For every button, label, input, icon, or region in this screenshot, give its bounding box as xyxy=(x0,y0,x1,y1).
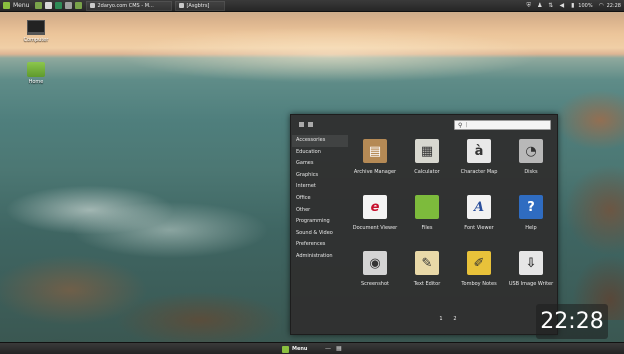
app-launcher-icon[interactable] xyxy=(64,2,72,9)
top-menu-button[interactable]: Menu xyxy=(0,0,33,12)
calculator-icon: ▦ xyxy=(415,139,439,163)
tomboy-notes-icon: ✐ xyxy=(467,251,491,275)
disks-icon: ◔ xyxy=(519,139,543,163)
app-label: Font Viewer xyxy=(464,225,494,231)
app-label: USB Image Writer xyxy=(508,281,554,287)
app-launcher-item[interactable]: ◔ Disks xyxy=(505,137,557,193)
workspace-grid-icon[interactable]: ▦ xyxy=(336,345,342,352)
all-apps-toggle-icon[interactable] xyxy=(308,122,313,127)
page-switcher: 1 2 xyxy=(436,315,464,324)
app-label: Help xyxy=(525,225,537,231)
desktop-icon-label: Computer xyxy=(23,37,49,43)
taskbar-window-cms[interactable]: 2daryo.com CMS - M... xyxy=(86,0,173,11)
font-viewer-icon: A xyxy=(467,195,491,219)
application-menu: ⚲ Accessories Education Games Graphics I… xyxy=(290,114,558,335)
user-icon[interactable]: ♟ xyxy=(536,2,543,9)
update-shield-icon[interactable]: ⛨ xyxy=(525,2,532,9)
app-launcher-item[interactable]: e Document Viewer xyxy=(349,193,401,249)
app-label: Files xyxy=(421,225,433,231)
home-launcher-icon[interactable] xyxy=(74,2,82,9)
top-panel: Menu 2daryo.com CMS - M... [Asgbtrs] ⛨ ♟… xyxy=(0,0,624,12)
taskbar-window-label: 2daryo.com CMS - M... xyxy=(97,2,154,9)
app-launcher-item[interactable]: ⇩ USB Image Writer xyxy=(505,249,557,305)
bottom-menu-button[interactable]: Menu xyxy=(282,344,308,354)
usb-writer-icon: ⇩ xyxy=(519,251,543,275)
desktop-clock-desklet: 22:28 xyxy=(536,304,608,339)
app-launcher-item[interactable]: ▦ Calculator xyxy=(401,137,453,193)
app-label: Screenshot xyxy=(361,281,389,287)
favorites-toggle-icon[interactable] xyxy=(299,122,304,127)
apps-grid: ▤ Archive Manager ▦ Calculator à Character Ma… xyxy=(349,137,557,307)
app-launcher-item[interactable]: ✎ Text Editor xyxy=(401,249,453,305)
category-other[interactable]: Other xyxy=(292,205,348,217)
app-launcher-item[interactable]: ✐ Tomboy Notes xyxy=(453,249,505,305)
battery-icon[interactable]: ▮ xyxy=(569,2,576,9)
window-icon xyxy=(179,3,185,8)
app-launcher-item[interactable]: Files xyxy=(401,193,453,249)
mint-logo-icon xyxy=(3,2,10,9)
terminal-launcher-icon[interactable] xyxy=(44,2,52,9)
system-tray: ⛨ ♟ ⇅ ◀ ▮ 100% ◠ 22:28 xyxy=(523,2,624,10)
app-label: Character Map xyxy=(460,169,498,175)
app-launcher-item[interactable]: à Character Map xyxy=(453,137,505,193)
files-folder-icon xyxy=(415,195,439,219)
document-viewer-icon: e xyxy=(363,195,387,219)
bottom-panel: Menu — ▦ xyxy=(0,342,624,354)
app-label: Disks xyxy=(524,169,538,175)
page-1-button[interactable]: 1 xyxy=(436,315,446,324)
app-launcher-item[interactable]: ▤ Archive Manager xyxy=(349,137,401,193)
app-label: Document Viewer xyxy=(352,225,398,231)
taskbar-window-label: [Asgbtrs] xyxy=(186,2,210,9)
category-programming[interactable]: Programming xyxy=(292,216,348,228)
category-internet[interactable]: Internet xyxy=(292,181,348,193)
category-games[interactable]: Games xyxy=(292,158,348,170)
mint-logo-icon xyxy=(282,345,289,353)
category-sound-video[interactable]: Sound & Video xyxy=(292,228,348,240)
category-administration[interactable]: Administration xyxy=(292,251,348,263)
show-desktop-icon[interactable] xyxy=(34,2,42,9)
desktop-computer-icon[interactable]: Computer xyxy=(16,20,56,43)
category-office[interactable]: Office xyxy=(292,193,348,205)
app-label: Text Editor xyxy=(413,281,441,287)
category-preferences[interactable]: Preferences xyxy=(292,239,348,251)
app-launcher-item[interactable]: ◉ Screenshot xyxy=(349,249,401,305)
menu-header: ⚲ xyxy=(291,115,559,135)
search-icon: ⚲ xyxy=(458,121,463,129)
files-launcher-icon[interactable] xyxy=(54,2,62,9)
app-launcher-item[interactable]: ? Help xyxy=(505,193,557,249)
volume-icon[interactable]: ◀ xyxy=(558,2,565,9)
network-icon[interactable]: ⇅ xyxy=(547,2,554,9)
app-label: Tomboy Notes xyxy=(461,281,497,287)
app-launcher-item[interactable]: A Font Viewer xyxy=(453,193,505,249)
wallpaper-rocks-left xyxy=(0,150,330,350)
app-label: Archive Manager xyxy=(353,169,397,175)
archive-icon: ▤ xyxy=(363,139,387,163)
browser-icon xyxy=(90,3,96,8)
category-education[interactable]: Education xyxy=(292,147,348,159)
search-input[interactable] xyxy=(465,122,546,128)
monitor-icon xyxy=(27,20,45,35)
help-icon: ? xyxy=(519,195,543,219)
character-map-icon: à xyxy=(467,139,491,163)
bottom-panel-applets: — ▦ xyxy=(325,345,347,352)
home-folder-icon xyxy=(27,62,45,77)
page-2-button[interactable]: 2 xyxy=(450,315,460,324)
bottom-menu-label: Menu xyxy=(292,346,308,352)
desktop-icon-label: Home xyxy=(28,79,44,85)
category-accessories[interactable]: Accessories xyxy=(292,135,348,147)
desktop-home-icon[interactable]: Home xyxy=(16,62,56,85)
screenshot-icon: ◉ xyxy=(363,251,387,275)
category-list: Accessories Education Games Graphics Int… xyxy=(292,135,348,263)
battery-percent: 100% xyxy=(578,2,593,9)
app-label: Calculator xyxy=(414,169,440,175)
top-menu-label: Menu xyxy=(13,2,30,9)
panel-clock[interactable]: 22:28 xyxy=(607,3,621,9)
search-box[interactable]: ⚲ xyxy=(454,120,551,130)
wifi-icon[interactable]: ◠ xyxy=(598,2,605,9)
text-editor-icon: ✎ xyxy=(415,251,439,275)
category-graphics[interactable]: Graphics xyxy=(292,170,348,182)
taskbar-window-asgbtrs[interactable]: [Asgbtrs] xyxy=(175,0,226,11)
minimize-all-icon[interactable]: — xyxy=(325,345,331,352)
